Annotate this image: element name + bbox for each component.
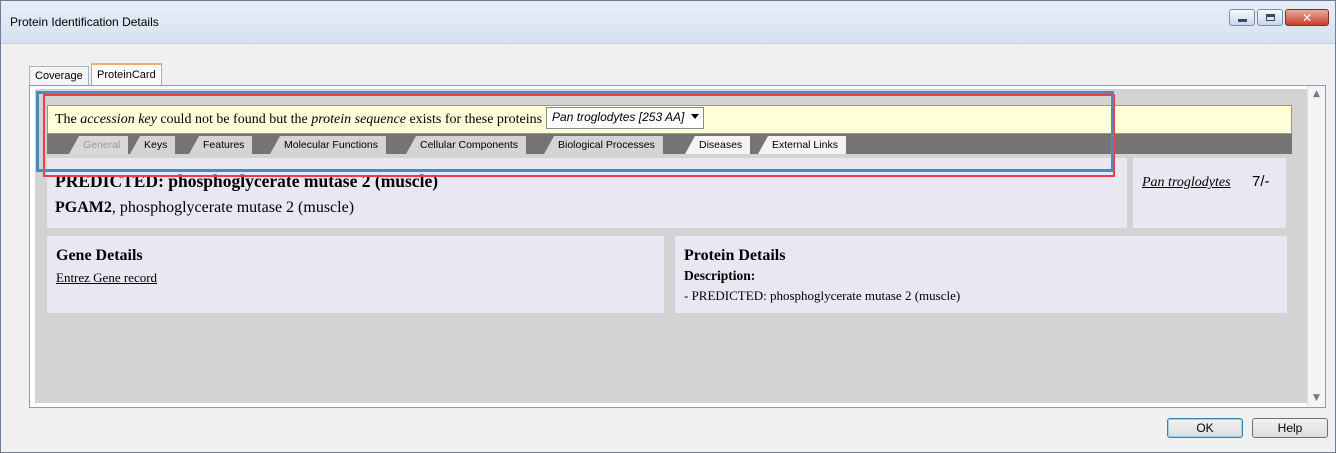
notice-protein-sequence: protein sequence	[311, 112, 406, 127]
description-text: - PREDICTED: phosphoglycerate mutase 2 (…	[684, 288, 961, 303]
ok-button[interactable]: OK	[1167, 418, 1243, 438]
notice-suffix: exists for these proteins	[405, 112, 543, 127]
subtab-bar: General Keys Features Molecular Function…	[47, 134, 1292, 154]
proteincard-panel: The accession key could not be found but…	[29, 85, 1326, 408]
notice-accession-key: accession key	[80, 112, 157, 127]
help-button[interactable]: Help	[1252, 418, 1328, 438]
notice-middle: could not be found but the	[156, 112, 312, 127]
maximize-icon	[1258, 10, 1282, 25]
protein-details-card: Protein Details Description: - PREDICTED…	[675, 236, 1287, 313]
entrez-gene-link[interactable]: Entrez Gene record	[56, 270, 157, 286]
gene-name: , phosphoglycerate mutase 2 (muscle)	[111, 199, 355, 216]
species-count: 7/-	[1252, 173, 1270, 190]
tab-proteincard[interactable]: ProteinCard	[91, 63, 162, 86]
protein-header-card: PREDICTED: phosphoglycerate mutase 2 (mu…	[47, 158, 1127, 228]
title-bar[interactable]: Protein Identification Details ✕	[1, 1, 1335, 44]
window-controls: ✕	[1229, 9, 1329, 26]
close-button[interactable]: ✕	[1285, 9, 1329, 26]
subtab-keys[interactable]: Keys	[130, 136, 176, 154]
protein-details-heading: Protein Details	[684, 247, 786, 264]
subtab-biological-processes[interactable]: Biological Processes	[544, 136, 663, 154]
scroll-down-icon[interactable]: ▼	[1308, 390, 1325, 407]
tab-coverage[interactable]: Coverage	[29, 66, 89, 85]
subtab-general[interactable]: General	[69, 136, 129, 154]
subtab-features[interactable]: Features	[189, 136, 253, 154]
species-link[interactable]: Pan troglodytes	[1142, 175, 1231, 191]
proteincard-content: The accession key could not be found but…	[35, 89, 1307, 403]
maximize-button[interactable]	[1257, 9, 1283, 26]
subtab-diseases[interactable]: Diseases	[685, 136, 751, 154]
subtab-external-links[interactable]: External Links	[758, 136, 846, 154]
species-dropdown-value: Pan troglodytes [253 AA]	[552, 110, 685, 124]
subtab-cellular-components[interactable]: Cellular Components	[406, 136, 527, 154]
gene-details-card: Gene Details Entrez Gene record	[47, 236, 664, 313]
gene-details-heading: Gene Details	[56, 247, 143, 264]
vertical-scrollbar[interactable]: ▲ ▼	[1307, 86, 1325, 407]
gene-symbol: PGAM2	[55, 199, 112, 216]
minimize-button[interactable]	[1229, 9, 1255, 26]
description-label: Description:	[684, 268, 756, 283]
scroll-up-icon[interactable]: ▲	[1308, 86, 1325, 103]
protein-title: PREDICTED: phosphoglycerate mutase 2 (mu…	[55, 171, 439, 191]
window-title: Protein Identification Details	[10, 15, 159, 29]
chevron-down-icon	[691, 114, 700, 119]
minimize-icon	[1230, 10, 1254, 25]
protein-identification-window: Protein Identification Details ✕ Coverag…	[0, 0, 1336, 453]
notice-prefix: The	[55, 112, 81, 127]
subtab-molecular-functions[interactable]: Molecular Functions	[270, 136, 386, 154]
accession-notice: The accession key could not be found but…	[47, 105, 1292, 134]
close-icon: ✕	[1301, 10, 1313, 25]
gene-line: PGAM2, phosphoglycerate mutase 2 (muscle…	[55, 199, 354, 217]
species-card: Pan troglodytes 7/-	[1133, 158, 1286, 228]
species-dropdown[interactable]: Pan troglodytes [253 AA]	[546, 107, 705, 129]
